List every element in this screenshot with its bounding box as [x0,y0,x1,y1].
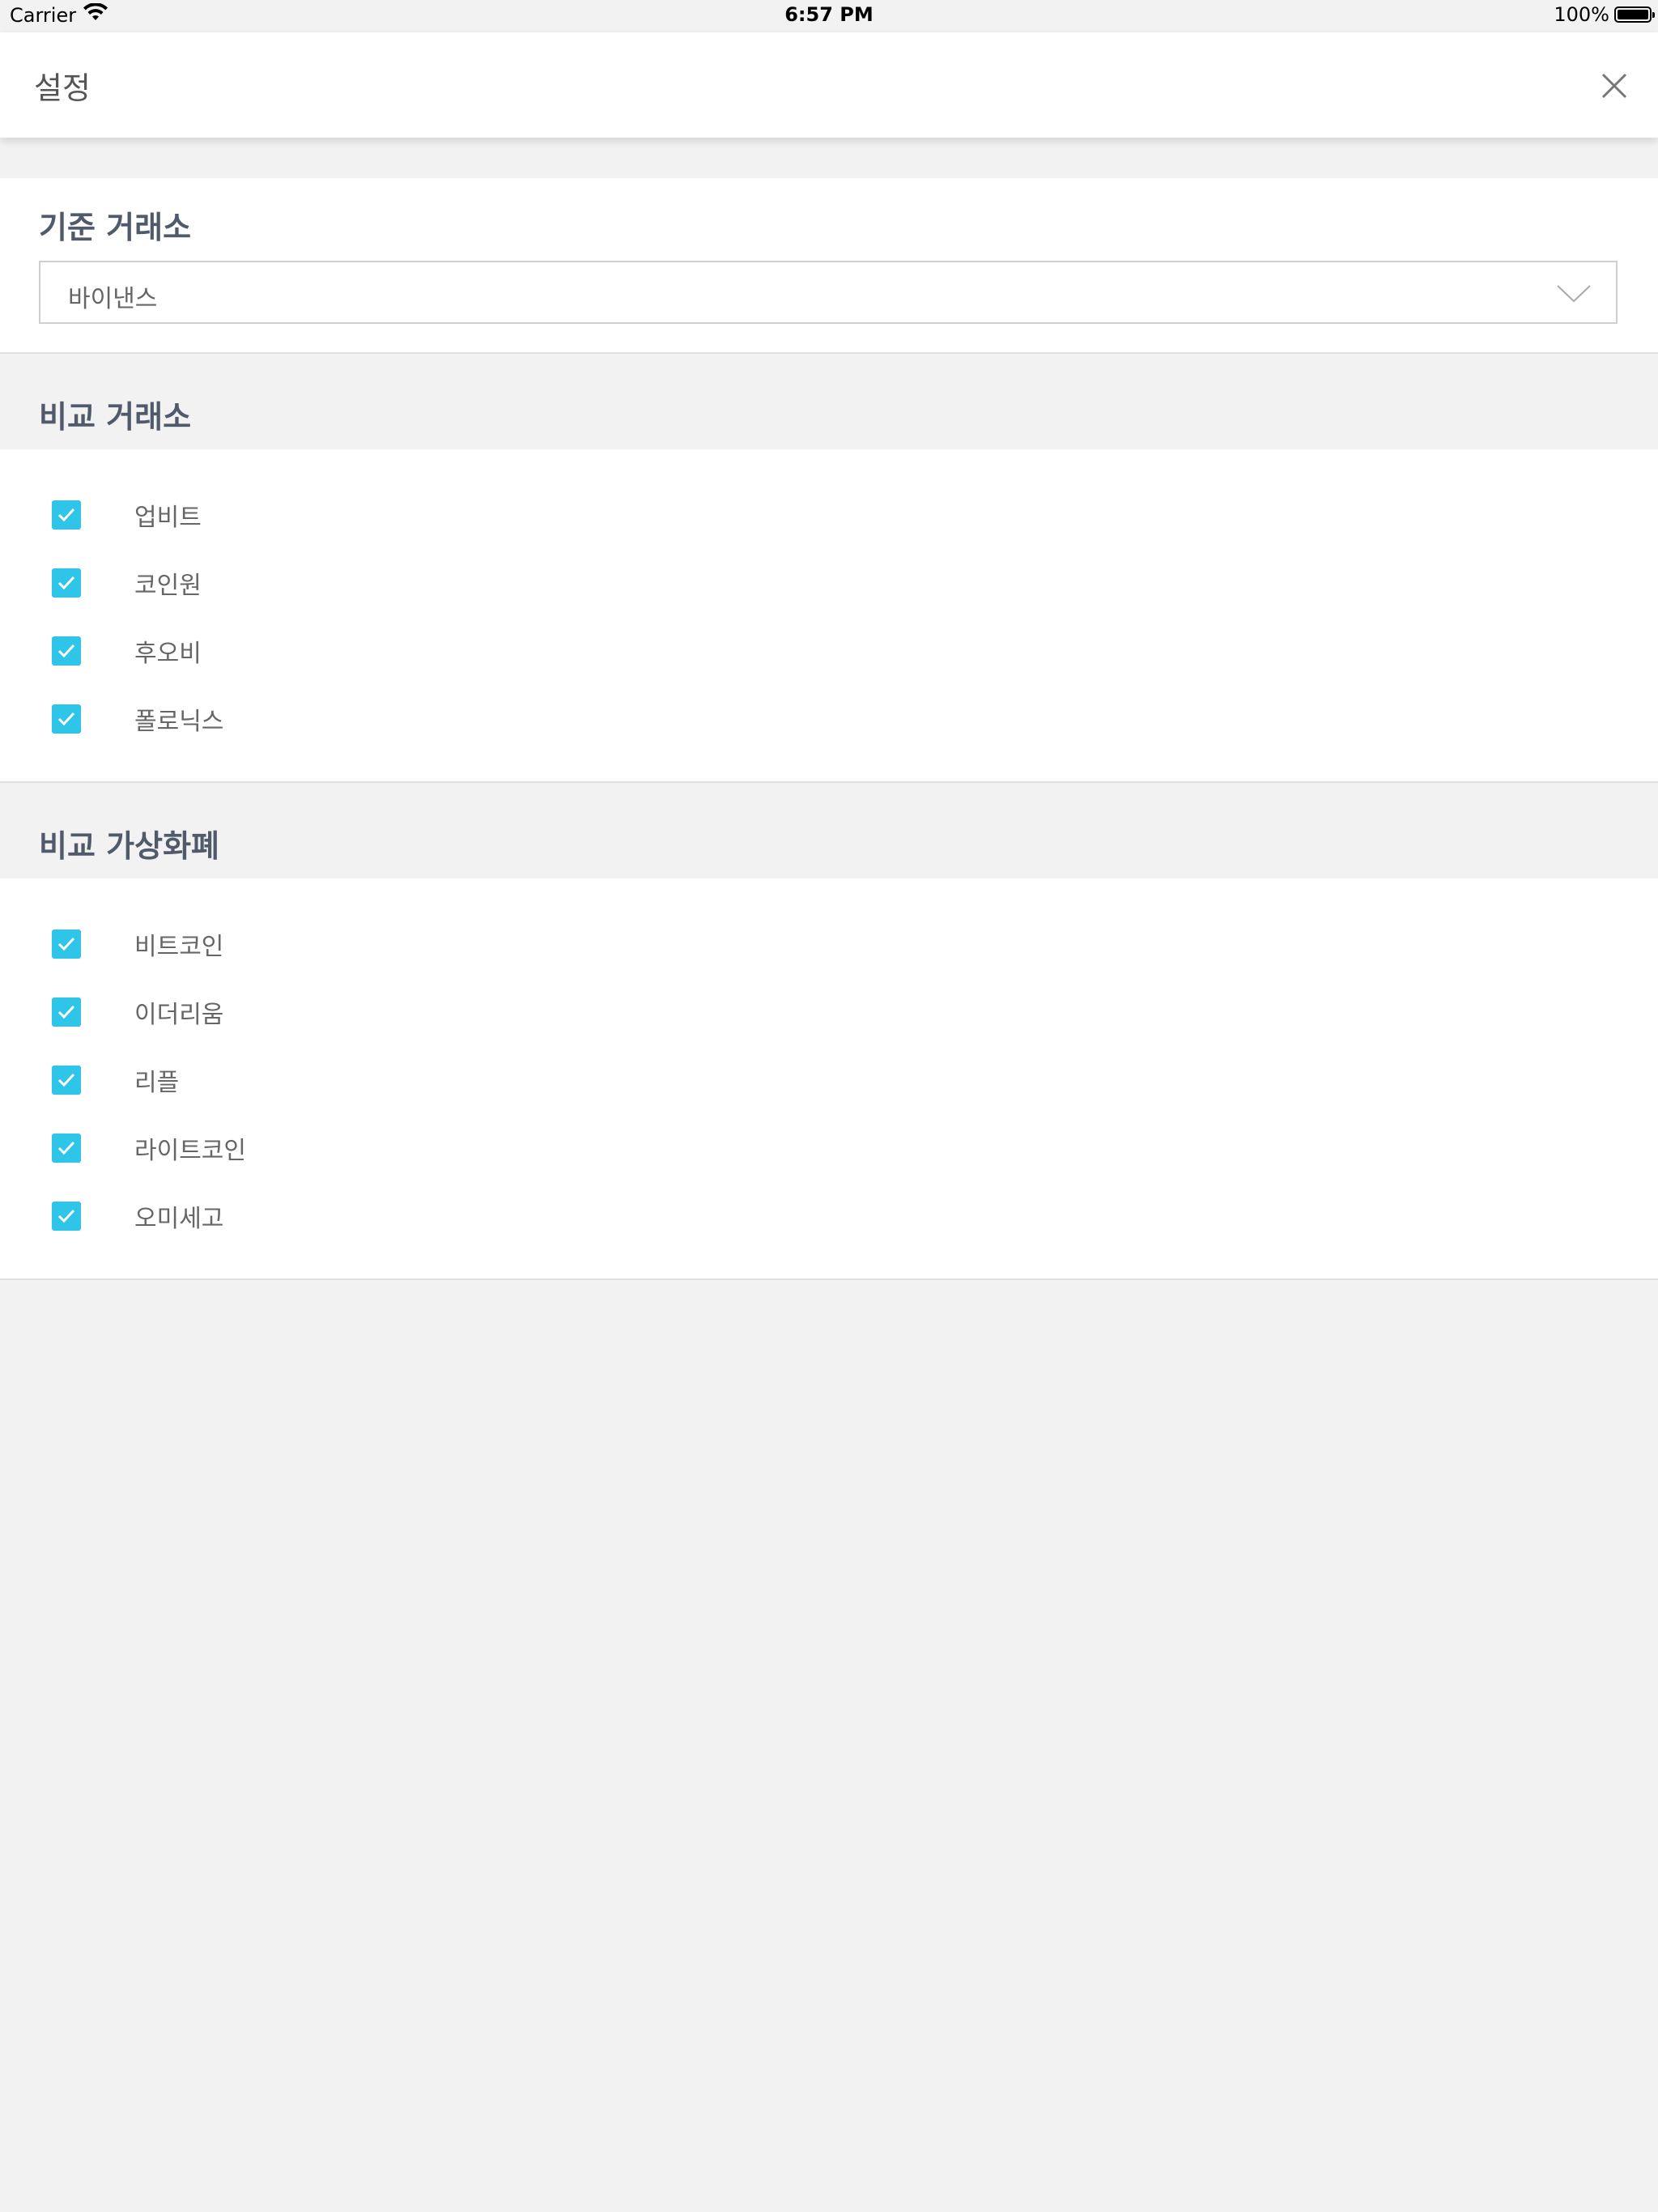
base-exchange-section: 기준 거래소 바이낸스 [0,178,1658,354]
list-item-label: 업비트 [134,504,202,532]
compare-exchanges-title: 비교 거래소 [39,399,192,435]
checkbox[interactable] [52,1066,81,1095]
checkmark-icon [57,712,75,726]
checkmark-icon [57,1209,75,1223]
list-item-label: 이더리움 [134,1001,224,1029]
checkbox[interactable] [52,500,81,530]
base-exchange-select[interactable]: 바이낸스 [39,261,1618,324]
status-bar: Carrier 6:57 PM 100% [0,0,1658,32]
checkmark-icon [57,1073,75,1087]
list-item-ethereum[interactable]: 이더리움 [52,996,224,1029]
close-button[interactable] [1595,66,1634,105]
checkmark-icon [57,937,75,951]
clock: 6:57 PM [784,3,874,26]
checkbox[interactable] [52,929,81,959]
base-exchange-selected-value: 바이낸스 [68,285,158,313]
list-item-bitcoin[interactable]: 비트코인 [52,928,224,961]
compare-coins-title: 비교 가상화폐 [39,828,219,864]
header-bar: 설정 [0,32,1658,138]
checkbox[interactable] [52,998,81,1027]
checkmark-icon [57,508,75,522]
chevron-down-icon [1557,285,1591,303]
list-item-omisego[interactable]: 오미세고 [52,1200,224,1233]
list-item-label: 코인원 [134,572,202,600]
list-item-label: 라이트코인 [134,1137,246,1165]
checkbox[interactable] [52,568,81,598]
checkmark-icon [57,1141,75,1155]
checkbox[interactable] [52,1134,81,1163]
list-item-label: 폴로닉스 [134,708,224,736]
list-item-label: 리플 [134,1069,180,1097]
page-title: 설정 [34,70,91,106]
checkbox[interactable] [52,704,81,734]
list-item-huobi[interactable]: 후오비 [52,635,202,668]
checkmark-icon [57,576,75,590]
checkbox[interactable] [52,1202,81,1231]
base-exchange-title: 기준 거래소 [39,210,192,245]
list-item-ripple[interactable]: 리플 [52,1064,180,1097]
list-item-litecoin[interactable]: 라이트코인 [52,1132,246,1165]
list-item-poloniex[interactable]: 폴로닉스 [52,703,224,736]
battery-indicator: 100% [1554,3,1655,26]
list-item-label: 비트코인 [134,933,224,961]
battery-icon [1614,6,1655,23]
close-icon [1601,73,1627,99]
battery-percent: 100% [1554,3,1609,26]
list-item-coinone[interactable]: 코인원 [52,567,202,600]
compare-exchanges-list: 업비트 코인원 후오비 폴로닉스 [0,449,1658,783]
checkmark-icon [57,644,75,658]
checkbox[interactable] [52,636,81,666]
checkmark-icon [57,1005,75,1019]
list-item-label: 후오비 [134,640,202,668]
list-item-upbit[interactable]: 업비트 [52,499,202,532]
list-item-label: 오미세고 [134,1205,224,1233]
compare-coins-list: 비트코인 이더리움 리플 라이트코인 오미세고 [0,878,1658,1280]
